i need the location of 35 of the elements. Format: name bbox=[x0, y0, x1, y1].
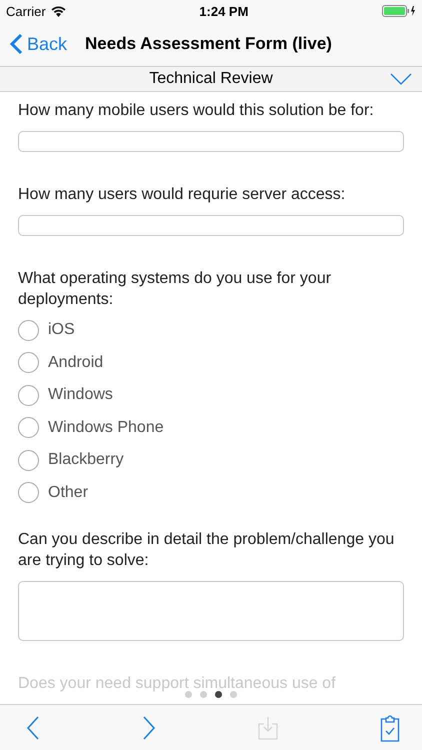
clock-time: 1:24 PM bbox=[199, 4, 248, 18]
back-button[interactable]: Back bbox=[10, 33, 68, 55]
radio-button[interactable] bbox=[18, 320, 39, 341]
option-label: Windows bbox=[48, 386, 113, 404]
radio-button[interactable] bbox=[18, 352, 39, 374]
page-dot[interactable] bbox=[215, 691, 222, 698]
page-dot[interactable] bbox=[185, 691, 192, 698]
question-label: Can you describe in detail the problem/challenge you are trying to solve: bbox=[18, 530, 396, 571]
input-field[interactable] bbox=[18, 214, 404, 236]
question-label: What operating systems do you use for your deployments: bbox=[18, 268, 332, 310]
option-label: Blackberry bbox=[48, 451, 124, 470]
text-area[interactable] bbox=[18, 580, 404, 641]
page-dot[interactable] bbox=[230, 691, 237, 698]
question-label: How many mobile users would this solution be for: bbox=[18, 101, 375, 121]
section-header[interactable]: Technical Review bbox=[0, 66, 422, 92]
question-label: How many users would requrie server access: bbox=[18, 184, 346, 205]
battery-icon bbox=[382, 5, 416, 17]
radio-button[interactable] bbox=[18, 482, 39, 504]
option-label: Android bbox=[48, 354, 104, 372]
option-label: Other bbox=[48, 484, 88, 502]
radio-button[interactable] bbox=[18, 417, 39, 438]
page-dot[interactable] bbox=[200, 691, 207, 698]
chevron-left-icon bbox=[26, 716, 40, 740]
carrier-label: Carrier bbox=[6, 4, 46, 18]
download-icon bbox=[258, 716, 278, 740]
chevron-left-icon bbox=[10, 33, 23, 55]
screen-title: Needs Assessment Form (live) bbox=[85, 34, 332, 54]
wifi-icon bbox=[50, 6, 66, 16]
option-label: Windows Phone bbox=[48, 418, 164, 437]
radio-button[interactable] bbox=[18, 384, 39, 406]
radio-button[interactable] bbox=[18, 450, 39, 471]
input-field[interactable] bbox=[18, 131, 404, 152]
option-label: iOS bbox=[48, 321, 75, 340]
chevron-right-icon bbox=[142, 716, 156, 740]
clipboard-check-icon bbox=[380, 714, 400, 742]
